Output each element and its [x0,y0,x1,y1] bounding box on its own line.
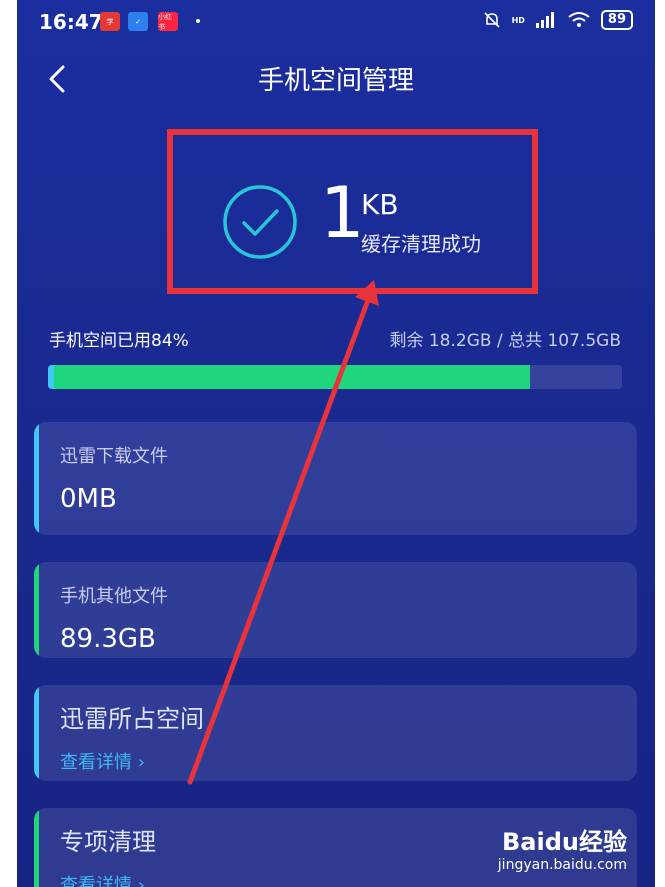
storage-remain-label: 剩余 18.2GB / 总共 107.5GB [389,331,621,351]
card-title: 专项清理 [60,828,156,856]
card-title: 迅雷所占空间 [60,705,204,733]
status-icons: HD 89 [482,10,633,30]
card-value: 89.3GB [60,624,156,654]
watermark-site: jingyan.baidu.com [497,857,627,873]
baidu-watermark: Baidu经验 jingyan.baidu.com [498,822,627,873]
status-time: 16:47 [39,10,103,34]
wifi-icon [568,12,590,27]
signal-icon [535,12,554,28]
card-accent-bar [34,422,39,535]
card-accent-bar [34,562,39,658]
mute-bell-icon [483,12,500,28]
app-notification-icon: ✓ [128,12,148,31]
card-accent-bar [34,685,39,781]
watermark-logo: Baidu经验 [502,828,627,856]
app-notification-icon: 小红书 [158,12,178,31]
card-other-files[interactable]: 手机其他文件 89.3GB [34,562,637,658]
view-details-link[interactable]: 查看详情 › [60,871,145,887]
battery-indicator: 89 [600,10,633,30]
more-notifications-dot [196,19,200,23]
card-xunlei-space[interactable]: 迅雷所占空间 查看详情 › [34,685,637,781]
storage-usage-fill [48,365,531,389]
app-notification-icon: 学 [100,12,120,31]
card-label: 迅雷下载文件 [60,446,168,467]
storage-usage-bar-head [48,365,54,389]
storage-usage-bar [48,365,622,389]
card-label: 手机其他文件 [60,586,168,607]
card-accent-bar [34,808,39,887]
page-title: 手机空间管理 [257,66,414,96]
card-value: 0MB [60,484,117,514]
view-details-link[interactable]: 查看详情 › [60,748,145,774]
card-xunlei-downloads[interactable]: 迅雷下载文件 0MB [34,422,637,535]
hd-badge: HD [511,15,525,25]
storage-used-label: 手机空间已用84% [49,331,189,351]
highlight-box [167,129,538,294]
status-bar: 16:47 学 ✓ 小红书 HD 89 [17,0,655,44]
